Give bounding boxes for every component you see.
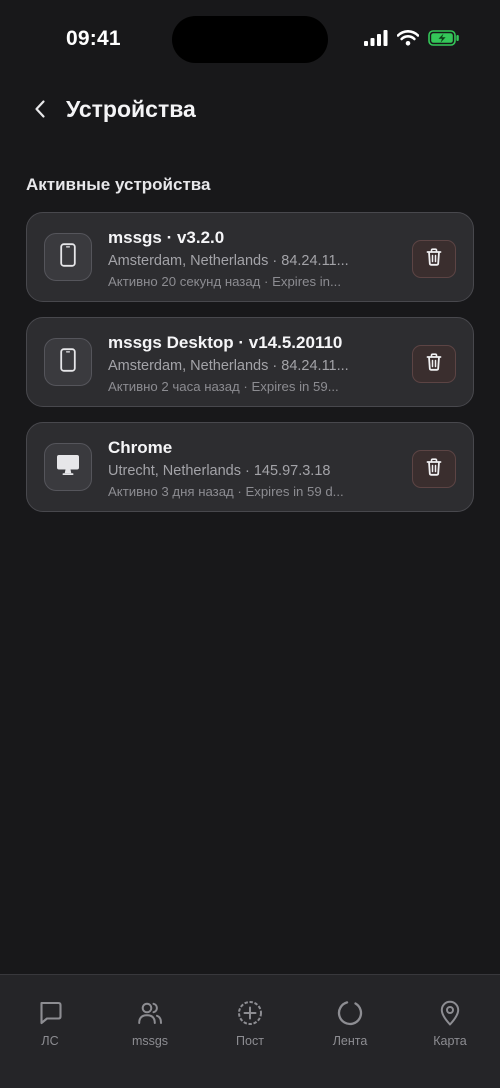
tab-bar: ЛС mssgs Пост Лента Карта — [0, 974, 500, 1088]
device-location: Amsterdam, Netherlands · 84.24.11... — [108, 358, 349, 374]
device-activity: Активно 20 секунд назад · Expires in... — [108, 274, 341, 289]
device-card[interactable]: Chrome Utrecht, Netherlands · 145.97.3.1… — [26, 422, 474, 512]
map-pin-icon — [436, 999, 464, 1027]
tab-label: Карта — [433, 1034, 467, 1048]
delete-device-button[interactable] — [412, 240, 456, 278]
tab-mssgs[interactable]: mssgs — [110, 999, 190, 1048]
dynamic-island — [172, 16, 328, 63]
device-location: Amsterdam, Netherlands · 84.24.11... — [108, 253, 349, 269]
device-card[interactable]: mssgs Desktop · v14.5.20110 Amsterdam, N… — [26, 317, 474, 407]
tab-label: Лента — [332, 1034, 368, 1048]
chat-bubble-icon — [36, 999, 64, 1027]
monitor-icon — [56, 454, 80, 481]
device-name: mssgs · v3.2.0 — [108, 228, 225, 247]
device-list: mssgs · v3.2.0 Amsterdam, Netherlands · … — [26, 212, 474, 527]
plus-circle-icon — [236, 999, 264, 1027]
device-activity: Активно 3 дня назад · Expires in 59 d... — [108, 484, 344, 499]
delete-device-button[interactable] — [412, 345, 456, 383]
battery-charging-icon — [428, 30, 460, 46]
back-button[interactable] — [26, 96, 54, 126]
device-icon-box — [44, 443, 92, 491]
trash-icon — [426, 352, 442, 376]
cellular-signal-icon — [364, 30, 388, 46]
page-title: Устройства — [66, 96, 196, 122]
tab-map[interactable]: Карта — [410, 999, 490, 1048]
status-time: 09:41 — [66, 27, 121, 50]
tab-feed[interactable]: Лента — [310, 999, 390, 1048]
status-icons — [364, 30, 460, 46]
delete-device-button[interactable] — [412, 450, 456, 488]
phone-icon — [60, 242, 76, 272]
device-name: mssgs Desktop · v14.5.20110 — [108, 333, 343, 352]
device-card[interactable]: mssgs · v3.2.0 Amsterdam, Netherlands · … — [26, 212, 474, 302]
tab-messages[interactable]: ЛС — [10, 999, 90, 1048]
device-icon-box — [44, 338, 92, 386]
tab-label: Пост — [236, 1034, 264, 1048]
device-activity: Активно 2 часа назад · Expires in 59... — [108, 379, 339, 394]
users-icon — [136, 999, 164, 1027]
wifi-icon — [397, 30, 419, 46]
tab-label: ЛС — [41, 1034, 59, 1048]
section-title: Активные устройства — [26, 175, 211, 194]
trash-icon — [426, 247, 442, 271]
loading-circle-icon — [336, 999, 364, 1027]
phone-icon — [60, 347, 76, 377]
device-icon-box — [44, 233, 92, 281]
device-name: Chrome — [108, 438, 173, 457]
trash-icon — [426, 457, 442, 481]
device-location: Utrecht, Netherlands · 145.97.3.18 — [108, 463, 331, 479]
tab-post[interactable]: Пост — [210, 999, 290, 1048]
chevron-left-icon — [34, 99, 46, 124]
tab-label: mssgs — [131, 1034, 169, 1048]
